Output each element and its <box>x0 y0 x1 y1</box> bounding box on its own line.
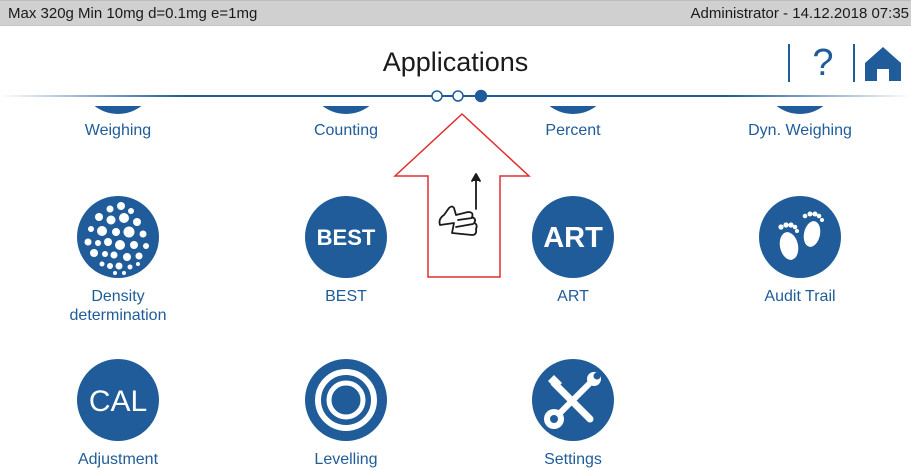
counting-icon <box>308 106 384 114</box>
header-divider <box>853 44 855 82</box>
app-label: Weighing <box>84 122 152 139</box>
page-dot-2 <box>452 90 464 102</box>
weighing-icon <box>80 106 156 114</box>
page-indicator[interactable] <box>426 88 496 104</box>
app-weighing[interactable]: Weighing <box>38 106 198 166</box>
app-label: Levelling <box>314 451 378 468</box>
app-label: Settings <box>544 451 602 468</box>
header-divider <box>788 44 790 82</box>
tools-icon <box>532 359 614 441</box>
art-icon-text: ART <box>543 222 603 254</box>
level-bubble-icon <box>305 359 387 441</box>
app-label: BEST <box>325 288 367 305</box>
app-levelling[interactable]: Levelling <box>266 359 426 469</box>
app-audit-trail[interactable]: Audit Trail <box>720 196 880 306</box>
page-dot-3 <box>474 89 488 103</box>
app-label: Dyn. Weighing <box>748 122 852 139</box>
app-dyn-weighing[interactable]: Dyn. Weighing <box>720 106 880 166</box>
cal-icon: CAL <box>77 359 159 441</box>
best-icon: BEST <box>305 196 387 278</box>
best-icon-text: BEST <box>317 225 376 250</box>
app-adjustment[interactable]: CAL Adjustment <box>38 359 198 469</box>
app-settings[interactable]: Settings <box>493 359 653 469</box>
app-label: ART <box>557 288 589 305</box>
density-dots-icon <box>77 196 159 278</box>
question-mark-icon: ? <box>812 42 834 84</box>
status-bar: Max 320g Min 10mg d=0.1mg e=1mg Administ… <box>0 0 911 26</box>
app-label: Adjustment <box>77 451 159 468</box>
percent-icon <box>535 106 611 114</box>
scale-info: Max 320g Min 10mg d=0.1mg e=1mg <box>8 5 258 22</box>
swipe-up-hint <box>393 112 531 278</box>
app-label: Audit Trail <box>764 288 836 305</box>
app-density-determination[interactable]: Density determination <box>38 196 198 325</box>
page-dot-1 <box>431 90 443 102</box>
dyn-weighing-icon <box>762 106 838 114</box>
home-button[interactable] <box>862 44 904 82</box>
page-title: Applications <box>382 47 529 77</box>
footprints-icon <box>759 196 841 278</box>
home-icon <box>865 47 901 81</box>
app-label: Density determination <box>69 288 167 324</box>
help-button[interactable]: ? <box>803 40 843 86</box>
user-datetime: Administrator - 14.12.2018 07:35 <box>690 5 909 22</box>
art-icon: ART <box>532 196 614 278</box>
cal-icon-text: CAL <box>89 385 147 418</box>
